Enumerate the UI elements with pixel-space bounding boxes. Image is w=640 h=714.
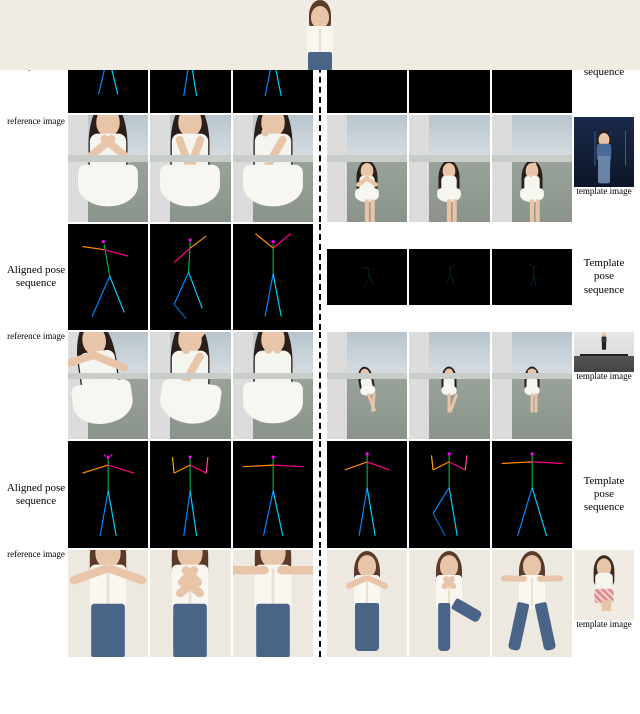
template-output-2-1 (327, 332, 407, 439)
aligned-pose-3-1 (68, 441, 148, 548)
tmpl-caption-2: template image (574, 372, 634, 382)
template-pose-3-2 (409, 441, 489, 548)
template-image-1 (574, 117, 634, 187)
template-image-2 (574, 332, 634, 372)
aligned-output-3-1 (68, 550, 148, 657)
template-label-3: Template pose sequence (574, 475, 634, 515)
template-output-1-1 (327, 115, 407, 222)
aligned-output-2-1 (68, 332, 148, 439)
template-output-3-2 (409, 550, 489, 657)
aligned-pose-3-3 (233, 441, 313, 548)
ref-block-1: reference image (6, 115, 66, 127)
aligned-output-1-1 (68, 115, 148, 222)
aligned-output-1-2 (150, 115, 230, 222)
ref-caption-3: reference image (6, 550, 66, 560)
template-pose-2-2 (409, 249, 489, 305)
template-output-1-3 (492, 115, 572, 222)
tmpl-caption-3: template image (574, 620, 634, 630)
aligned-output-3-3 (233, 550, 313, 657)
template-output-1-2 (409, 115, 489, 222)
ref-caption: reference image (6, 117, 66, 127)
aligned-label-3: Aligned pose sequence (6, 482, 66, 508)
aligned-label-2: Aligned pose sequence (6, 264, 66, 290)
template-output-3-1 (327, 550, 407, 657)
aligned-output-1-3 (233, 115, 313, 222)
aligned-pose-2-1 (68, 224, 148, 331)
reference-image-3 (0, 0, 640, 70)
aligned-output-2-2 (150, 332, 230, 439)
template-pose-2-3 (492, 249, 572, 305)
example-3-photo-row: reference image (6, 550, 634, 657)
aligned-pose-3-2 (150, 441, 230, 548)
template-output-2-3 (492, 332, 572, 439)
tmpl-block-3: template image (574, 550, 634, 630)
ref-caption-2: reference image (6, 332, 66, 342)
template-label-2: Template pose sequence (574, 257, 634, 297)
example-1-photo-row: reference image (6, 115, 634, 222)
template-image-3 (574, 550, 634, 620)
example-2-pose-row: Aligned pose sequence (6, 224, 634, 331)
example-3-pose-row: Aligned pose sequence (6, 441, 634, 548)
template-output-3-3 (492, 550, 572, 657)
template-pose-3-3 (492, 441, 572, 548)
aligned-output-2-3 (233, 332, 313, 439)
aligned-pose-2-3 (233, 224, 313, 331)
aligned-pose-2-2 (150, 224, 230, 331)
aligned-output-3-2 (150, 550, 230, 657)
template-output-2-2 (409, 332, 489, 439)
tmpl-block-2: template image (574, 332, 634, 382)
ref-block-3: reference image (6, 550, 66, 560)
pose-alignment-figure: Aligned pose sequence (6, 6, 634, 657)
template-pose-2-1 (327, 249, 407, 305)
ref-block-2: reference image (6, 332, 66, 342)
template-pose-3-1 (327, 441, 407, 548)
tmpl-caption: template image (574, 187, 634, 197)
tmpl-block-1: template image (574, 115, 634, 197)
example-2-photo-row: reference image (6, 332, 634, 439)
